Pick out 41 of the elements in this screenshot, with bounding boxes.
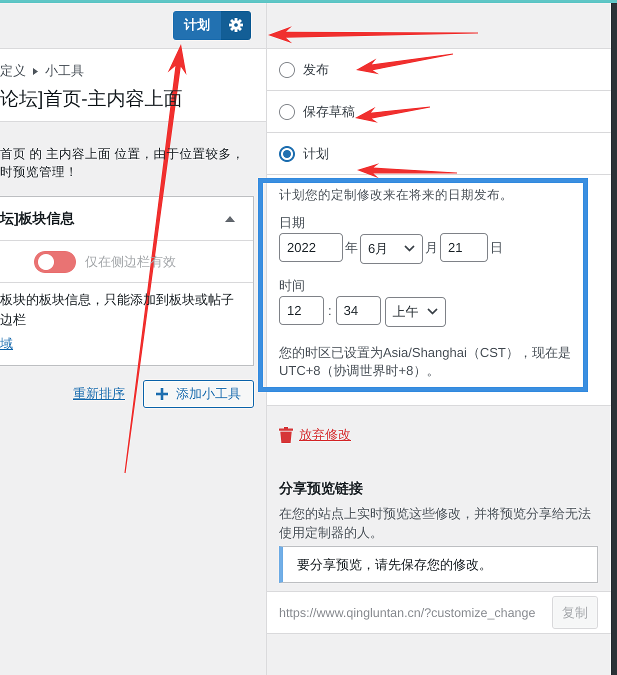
description-text: 时预览管理！ [0,165,78,179]
radio-button[interactable] [279,62,295,78]
breadcrumb-item: 小工具 [45,62,84,80]
minute-field[interactable]: 34 [336,296,381,325]
radio-button[interactable] [279,104,295,120]
year-field[interactable]: 2022 [279,233,343,262]
meridiem-select[interactable]: 上午 [384,296,446,326]
publish-option[interactable]: 保存草稿 [267,91,611,133]
day-unit: 日 [489,238,504,256]
plus-icon [156,388,168,400]
schedule-button[interactable]: 计划 [173,10,221,40]
day-field[interactable]: 21 [440,233,488,262]
radio-button[interactable] [279,146,295,162]
widget-link[interactable]: 域 [0,335,13,353]
timezone-note: 您的时区已设置为Asia/Shanghai（CST），现在是UTC+8（协调世界时+8）。 [279,344,572,380]
save-notice: 要分享预览，请先保存您的修改。 [279,546,598,583]
year-unit: 年 [344,238,359,256]
date-label: 日期 [279,214,306,232]
schedule-intro: 计划您的定制修改来在将来的日期发布。 [279,187,514,204]
publish-option[interactable]: 发布 [267,49,611,91]
chevron-icon [426,308,438,315]
add-widget-button[interactable]: 添加小工具 [143,380,254,408]
hour-field[interactable]: 12 [279,296,324,325]
toggle-switch[interactable] [34,250,76,272]
time-label: 时间 [279,277,306,295]
breadcrumb-item: 定义 [0,62,26,80]
discard-changes-link[interactable]: 放弃修改 [299,426,351,444]
settings-icon [229,18,243,32]
publish-option[interactable]: 计划 [267,133,611,175]
share-description: 在您的站点上实时预览这些修改，并将预览分享给无法使用定制器的人。 [279,505,592,542]
chevron-icon [404,245,415,252]
breadcrumb-separator-icon [33,68,38,74]
time-separator: : [327,302,333,320]
widget-description: 边栏 [0,312,26,327]
reorder-link[interactable]: 重新排序 [73,385,125,403]
month-unit: 月 [424,238,439,256]
month-select[interactable]: 6月 [360,234,423,264]
trash-icon [279,427,293,443]
settings-button[interactable] [221,10,251,40]
share-title: 分享预览链接 [279,479,364,498]
caret-icon[interactable] [225,216,235,222]
